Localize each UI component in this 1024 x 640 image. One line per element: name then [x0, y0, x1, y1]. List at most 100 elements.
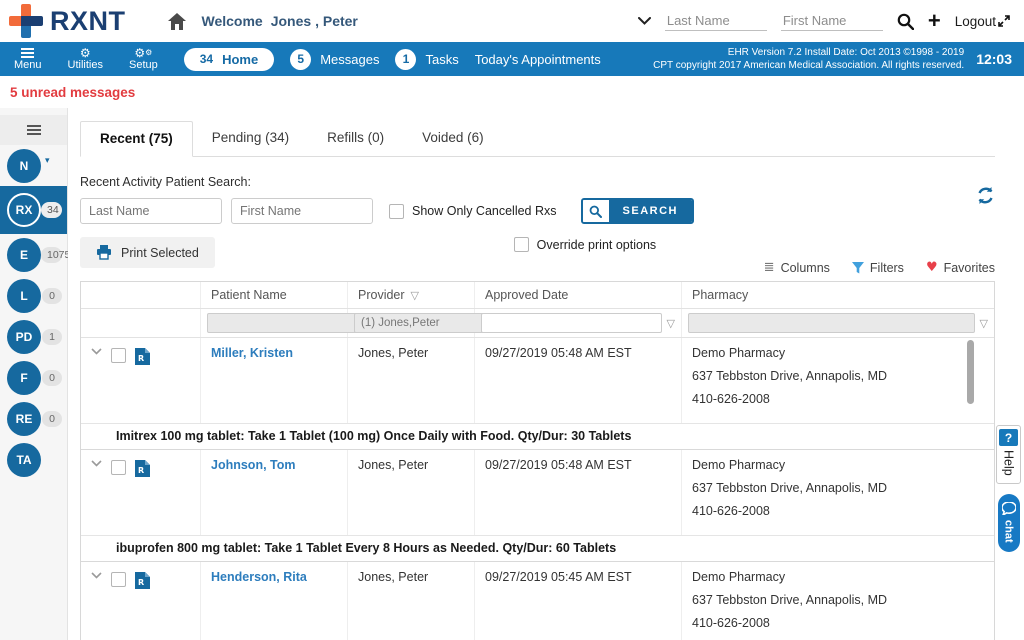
menu-label: Menu — [14, 59, 42, 71]
nav-tab-count: 1 — [395, 49, 416, 70]
version-info: EHR Version 7.2 Install Date: Oct 2013 ©… — [653, 46, 976, 73]
sidebar-item[interactable]: E ▾ 1075 — [0, 234, 67, 275]
search-icon[interactable] — [897, 13, 914, 30]
table-header-row: Patient Name Provider▽ Approved Date Pha… — [81, 282, 994, 309]
sidebar-item[interactable]: L ▾ 0 — [0, 275, 67, 316]
top-header: RXNT Welcome Jones , Peter + Logout — [0, 0, 1024, 42]
header-patient[interactable]: Patient Name — [201, 282, 348, 308]
menu-button[interactable]: Menu — [14, 46, 42, 71]
row-checkbox[interactable] — [111, 348, 126, 363]
favorites-button[interactable]: ♥ Favorites — [926, 260, 995, 275]
chat-button[interactable]: chat — [998, 494, 1020, 553]
utilities-button[interactable]: ⚙ Utilities — [68, 46, 103, 71]
filters-label: Filters — [870, 261, 904, 275]
row-checkbox[interactable] — [111, 572, 126, 587]
override-print-checkbox[interactable] — [514, 237, 529, 252]
rx-document-icon[interactable]: R — [135, 348, 150, 365]
medication-text: ibuprofen 800 mg tablet: Take 1 Tablet E… — [81, 535, 994, 562]
expand-icon — [998, 15, 1010, 27]
nav-tab[interactable]: 34 Home — [184, 48, 274, 71]
pharmacy-cell: Demo Pharmacy 637 Tebbston Drive, Annapo… — [682, 562, 994, 640]
patient-last-name-input[interactable] — [80, 198, 222, 224]
sidebar-collapse-button[interactable] — [0, 115, 67, 145]
sidebar-item-badge: 1 — [42, 329, 62, 345]
header-controls-col — [81, 282, 201, 308]
nav-tab[interactable]: Today's Appointments — [475, 52, 601, 67]
home-icon[interactable] — [168, 13, 186, 30]
version-line2: CPT copyright 2017 American Medical Asso… — [653, 59, 964, 73]
rx-record: R Johnson, Tom Jones, Peter 09/27/2019 0… — [81, 450, 994, 562]
unread-messages-alert[interactable]: 5 unread messages — [0, 76, 1024, 108]
header-pharmacy[interactable]: Pharmacy — [682, 282, 994, 308]
patient-name-link[interactable]: Miller, Kristen — [211, 346, 293, 360]
sidebar-item[interactable]: F ▾ 0 — [0, 357, 67, 398]
pharmacy-filter-input[interactable] — [688, 313, 975, 333]
header-provider[interactable]: Provider▽ — [348, 282, 475, 308]
rx-document-icon[interactable]: R — [135, 460, 150, 477]
user-name: Jones , Peter — [271, 13, 358, 29]
table-scrollbar[interactable] — [967, 340, 974, 404]
print-selected-button[interactable]: Print Selected — [80, 237, 215, 268]
sidebar-item[interactable]: TA ▾ — [0, 439, 67, 480]
rx-tab[interactable]: Recent (75) — [80, 121, 193, 157]
utilities-label: Utilities — [68, 59, 103, 71]
columns-button[interactable]: ≣ Columns — [764, 260, 830, 275]
expand-row-icon[interactable] — [91, 572, 102, 579]
patient-search-label: Recent Activity Patient Search: — [80, 175, 995, 189]
provider-cell: Jones, Peter — [348, 562, 475, 640]
patient-name-link[interactable]: Henderson, Rita — [211, 570, 307, 584]
expand-row-icon[interactable] — [91, 348, 102, 355]
filter-triangle-icon[interactable]: ▽ — [667, 317, 675, 330]
rx-tab[interactable]: Refills (0) — [308, 121, 403, 157]
left-sidebar: N ▾ RX ▾ 34 E ▾ 1075 L ▾ 0 — [0, 108, 68, 640]
rx-document-icon[interactable]: R — [135, 572, 150, 589]
rx-table: Patient Name Provider▽ Approved Date Pha… — [80, 281, 995, 640]
setup-button[interactable]: ⚙⚙ Setup — [129, 46, 158, 71]
pharmacy-address: 637 Tebbston Drive, Annapolis, MD — [692, 593, 984, 607]
patient-first-name-input[interactable] — [231, 198, 373, 224]
filters-button[interactable]: Filters — [852, 261, 904, 275]
columns-icon: ≣ — [764, 260, 775, 275]
expand-row-icon[interactable] — [91, 460, 102, 467]
search-button[interactable]: SEARCH — [581, 198, 694, 224]
pharmacy-cell: Demo Pharmacy 637 Tebbston Drive, Annapo… — [682, 450, 994, 535]
main-content: Recent (75) Pending (34) Refills (0) Voi… — [68, 108, 1024, 640]
provider-cell: Jones, Peter — [348, 338, 475, 423]
sidebar-item-circle: N — [7, 149, 41, 183]
header-first-name-input[interactable] — [781, 11, 883, 31]
sidebar-item-circle: E — [7, 238, 41, 272]
help-button[interactable]: ? Help — [996, 425, 1021, 484]
nav-tab[interactable]: 5 Messages — [290, 49, 379, 70]
pharmacy-cell: Demo Pharmacy 637 Tebbston Drive, Annapo… — [682, 338, 994, 423]
rx-tab[interactable]: Pending (34) — [193, 121, 308, 157]
sidebar-item-badge: 0 — [42, 370, 62, 386]
sidebar-item-circle: RX — [7, 193, 41, 227]
chat-label: chat — [1003, 520, 1015, 543]
gears-icon: ⚙⚙ — [134, 46, 152, 59]
filter-triangle-icon: ▽ — [411, 289, 419, 302]
logout-button[interactable]: Logout — [955, 14, 1010, 29]
sidebar-item[interactable]: PD ▾ 1 — [0, 316, 67, 357]
patient-name-link[interactable]: Johnson, Tom — [211, 458, 296, 472]
row-checkbox[interactable] — [111, 460, 126, 475]
pharmacy-name: Demo Pharmacy — [692, 346, 984, 360]
hamburger-icon — [27, 129, 41, 131]
help-label: Help — [1002, 450, 1016, 476]
add-icon[interactable]: + — [928, 10, 941, 32]
nav-tab[interactable]: 1 Tasks — [395, 49, 458, 70]
sidebar-item[interactable]: RE ▾ 0 — [0, 398, 67, 439]
filter-triangle-icon[interactable]: ▽ — [980, 317, 988, 330]
cancelled-rxs-checkbox[interactable] — [389, 204, 404, 219]
sidebar-item[interactable]: N ▾ — [0, 145, 67, 186]
sidebar-items: N ▾ RX ▾ 34 E ▾ 1075 L ▾ 0 — [0, 145, 67, 480]
rxnt-logo[interactable]: RXNT — [8, 3, 126, 39]
header-approved[interactable]: Approved Date — [475, 282, 682, 308]
chevron-down-icon[interactable] — [638, 17, 651, 25]
refresh-icon[interactable] — [976, 186, 995, 205]
approved-filter-input[interactable] — [481, 313, 662, 333]
header-last-name-input[interactable] — [665, 11, 767, 31]
rx-tab[interactable]: Voided (6) — [403, 121, 503, 157]
svg-text:R: R — [138, 466, 144, 475]
logout-label: Logout — [955, 14, 996, 29]
sidebar-item[interactable]: RX ▾ 34 — [0, 186, 67, 234]
